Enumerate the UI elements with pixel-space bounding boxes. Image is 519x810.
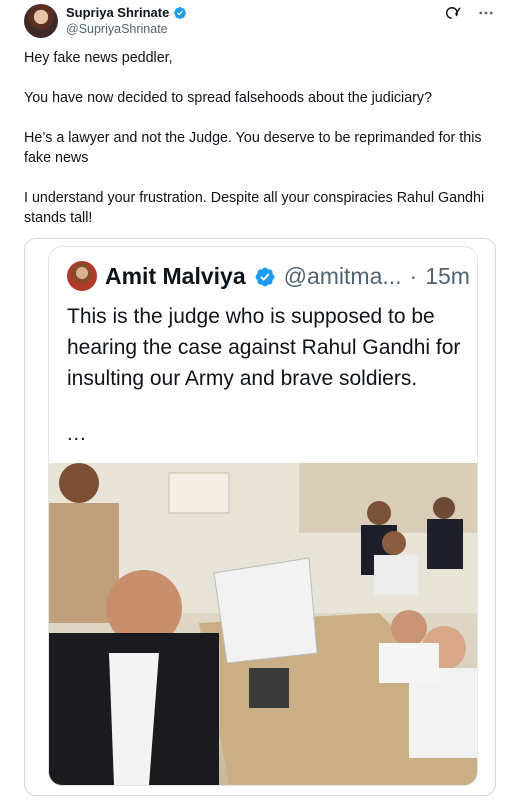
tweet-paragraph: He’s a lawyer and not the Judge. You des… — [24, 130, 482, 166]
quoted-author-handle: @amitma... — [283, 263, 402, 289]
tweet-actions — [445, 4, 495, 22]
quoted-separator: · — [409, 263, 418, 289]
verified-badge-icon — [174, 6, 187, 19]
more-icon[interactable] — [477, 4, 495, 22]
quoted-tweet-text: This is the judge who is supposed to be … — [67, 305, 461, 390]
author-avatar[interactable] — [24, 4, 58, 38]
courtroom-photo-illustration — [49, 463, 477, 785]
author-name[interactable]: Supriya Shrinate — [66, 5, 169, 20]
quoted-author-name: Amit Malviya — [105, 263, 246, 289]
quoted-verified-badge-icon — [255, 267, 275, 286]
tweet-paragraph: I understand your frustration. Despite a… — [24, 190, 485, 226]
quoted-author-avatar — [67, 261, 97, 291]
quoted-ellipsis: ... — [67, 423, 87, 445]
courtroom-photo — [49, 463, 477, 785]
author-name-row[interactable]: Supriya Shrinate — [66, 5, 187, 20]
tweet-paragraph: You have now decided to spread falsehood… — [24, 90, 433, 106]
quoted-author-row: Amit Malviya @amitma... · 15m — [105, 263, 470, 290]
tweet-text: Hey fake news peddler, You have now deci… — [24, 48, 502, 228]
tweet-paragraph: Hey fake news peddler, — [24, 50, 173, 66]
quoted-tweet-screenshot[interactable]: Amit Malviya @amitma... · 15m This is th… — [48, 246, 478, 786]
quoted-timestamp: 15m — [425, 263, 470, 289]
grok-icon[interactable] — [445, 4, 463, 22]
author-handle[interactable]: @SupriyaShrinate — [66, 22, 168, 36]
